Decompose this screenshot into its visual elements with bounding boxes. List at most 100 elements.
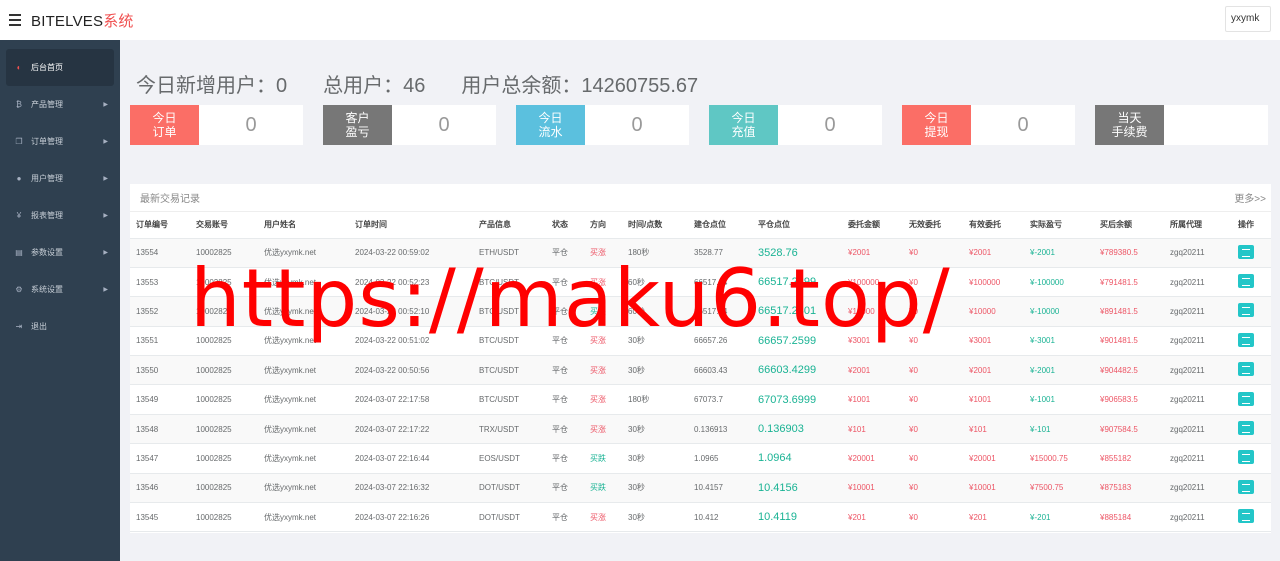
- table-cell: 30秒: [622, 443, 688, 474]
- sidebar-item-5[interactable]: ▤ 参数设置 ▶: [6, 234, 114, 271]
- stat-card: 今日 提现 0: [902, 105, 1075, 145]
- sidebar-item-3[interactable]: ● 用户管理 ▶: [6, 160, 114, 197]
- view-details-icon[interactable]: [1238, 509, 1254, 524]
- table-cell: 10002825: [190, 326, 258, 357]
- sidebar-item-2[interactable]: ❐ 订单管理 ▶: [6, 123, 114, 160]
- sidebar-item-4[interactable]: ¥ 报表管理 ▶: [6, 197, 114, 234]
- table-cell: BTC/USDT: [473, 384, 546, 415]
- table-cell: 30秒: [622, 473, 688, 504]
- hamburger-menu-icon[interactable]: [0, 14, 30, 26]
- table-cell: ¥3001: [842, 326, 903, 357]
- table-cell: ¥904482.5: [1094, 355, 1164, 386]
- table-cell: 买跌: [584, 296, 622, 327]
- action-cell: [1232, 502, 1271, 533]
- action-cell: [1232, 443, 1271, 474]
- table-cell: 平仓: [546, 502, 584, 533]
- table-cell: 3528.77: [688, 238, 752, 268]
- table-cell: zgq20211: [1164, 473, 1232, 504]
- table-cell: 优选yxymk.net: [258, 443, 349, 474]
- table-cell: ¥-201: [1024, 502, 1094, 533]
- table-cell: 30秒: [622, 355, 688, 386]
- table-cell: ¥875183: [1094, 473, 1164, 504]
- more-link[interactable]: 更多>>: [1234, 190, 1266, 205]
- table-cell: 13547: [130, 443, 190, 474]
- table-row: 13545 10002825 优选yxymk.net 2024-03-07 22:16…: [130, 502, 1271, 533]
- table-cell: ¥1001: [842, 384, 903, 415]
- table-cell: 30秒: [622, 326, 688, 357]
- view-details-icon[interactable]: [1238, 391, 1254, 406]
- table-cell: 10002825: [190, 473, 258, 504]
- table-cell: 2024-03-07 22:16:32: [349, 473, 473, 504]
- sidebar-item-label: 订单管理: [31, 137, 63, 146]
- table-cell: 67073.7: [688, 384, 752, 415]
- table-cell: ¥901481.5: [1094, 326, 1164, 357]
- table-cell: ¥10001: [842, 473, 903, 504]
- table-cell: ¥101: [842, 414, 903, 445]
- table-cell: 平仓: [546, 473, 584, 504]
- user-dropdown[interactable]: yxymk: [1225, 6, 1271, 32]
- chevron-right-icon: ▶: [103, 250, 108, 256]
- table-cell: 60秒: [622, 267, 688, 298]
- total-users-stat: 总用户：46: [323, 75, 426, 97]
- sidebar-item-7[interactable]: ⇥ 退出: [6, 308, 114, 345]
- table-cell: zgq20211: [1164, 267, 1232, 298]
- view-details-icon[interactable]: [1238, 479, 1254, 494]
- table-row: 13549 10002825 优选yxymk.net 2024-03-07 22:17…: [130, 384, 1271, 415]
- table-cell: ¥0: [903, 443, 963, 474]
- sidebar-item-0[interactable]: ◐ 后台首页: [6, 49, 114, 86]
- column-header: 所属代理: [1164, 212, 1232, 239]
- table-cell: ¥2001: [963, 238, 1024, 268]
- table-cell: 买涨: [584, 238, 622, 268]
- table-cell: 买跌: [584, 443, 622, 474]
- column-header: 无效委托: [903, 212, 963, 239]
- table-cell: zgq20211: [1164, 443, 1232, 474]
- table-cell: 买跌: [584, 473, 622, 504]
- table-cell: ¥0: [903, 384, 963, 415]
- sidebar-item-1[interactable]: ₿ 产品管理 ▶: [6, 86, 114, 123]
- table-cell: ¥10000: [842, 296, 903, 327]
- table-cell: BTC/USDT: [473, 355, 546, 386]
- main-content: 今日新增用户：0 总用户：46 用户总余额：14260755.67 今日 订单 0…: [120, 40, 1280, 561]
- table-cell: 平仓: [546, 326, 584, 357]
- table-cell: 优选yxymk.net: [258, 414, 349, 445]
- table-cell: zgq20211: [1164, 355, 1232, 386]
- table-cell: ¥0: [903, 296, 963, 327]
- column-header: 交易账号: [190, 212, 258, 239]
- column-header: 时间/点数: [622, 212, 688, 239]
- view-details-icon[interactable]: [1238, 244, 1254, 259]
- table-cell: 10002825: [190, 443, 258, 474]
- chevron-right-icon: ▶: [103, 176, 108, 182]
- table-cell: 13552: [130, 296, 190, 327]
- panel-title: 最新交易记录: [140, 194, 200, 205]
- view-details-icon[interactable]: [1238, 332, 1254, 347]
- stat-card-label: 今日 流水: [516, 105, 585, 145]
- view-details-icon[interactable]: [1238, 421, 1254, 436]
- table-cell: 平仓: [546, 443, 584, 474]
- table-cell: 优选yxymk.net: [258, 267, 349, 298]
- table-cell: 2024-03-07 22:16:26: [349, 502, 473, 533]
- sidebar-item-label: 用户管理: [31, 174, 63, 183]
- view-details-icon[interactable]: [1238, 362, 1254, 377]
- view-details-icon[interactable]: [1238, 450, 1254, 465]
- table-cell: DOT/USDT: [473, 473, 546, 504]
- table-cell: 13553: [130, 267, 190, 298]
- table-cell: zgq20211: [1164, 384, 1232, 415]
- table-cell: zgq20211: [1164, 238, 1232, 268]
- view-details-icon[interactable]: [1238, 274, 1254, 289]
- sidebar-item-6[interactable]: ⚙ 系统设置 ▶: [6, 271, 114, 308]
- table-cell: 优选yxymk.net: [258, 238, 349, 268]
- table-cell: 优选yxymk.net: [258, 502, 349, 533]
- view-details-icon[interactable]: [1238, 303, 1254, 318]
- column-header: 平仓点位: [752, 212, 842, 239]
- table-cell: 66603.4299: [752, 355, 842, 386]
- top-bar: BITELVES系统 yxymk: [0, 0, 1280, 40]
- summary-stats: 今日新增用户：0 总用户：46 用户总余额：14260755.67: [136, 69, 698, 98]
- cogs-icon: ⚙: [15, 285, 23, 294]
- stat-card-label: 今日 充值: [709, 105, 778, 145]
- column-header: 建仓点位: [688, 212, 752, 239]
- table-cell: zgq20211: [1164, 502, 1232, 533]
- table-cell: 66517.24: [688, 296, 752, 327]
- table-cell: 1.0965: [688, 443, 752, 474]
- trades-table: 订单编号 交易账号 用户姓名 订单时间 产品信息 状态 方向 时间/点数 建仓点位 平仓点位 委托金…: [130, 212, 1271, 533]
- table-cell: ¥3001: [963, 326, 1024, 357]
